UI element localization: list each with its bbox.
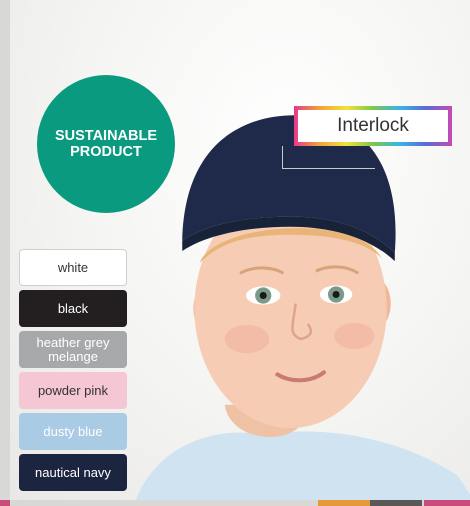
swatch-powder-pink[interactable]: powder pink xyxy=(19,372,127,409)
fabric-label-frame: Interlock xyxy=(294,106,452,146)
bottom-color-block xyxy=(0,500,10,506)
swatch-label: dusty blue xyxy=(43,423,103,439)
bottom-color-block xyxy=(370,500,422,506)
swatch-label: black xyxy=(57,300,89,316)
swatch-heather-grey-melange[interactable]: heather grey melange xyxy=(19,331,127,368)
label-pointer-line xyxy=(282,146,375,169)
swatch-dusty-blue[interactable]: dusty blue xyxy=(19,413,127,450)
swatch-white[interactable]: white xyxy=(19,249,127,286)
swatch-label: white xyxy=(57,259,89,275)
bottom-color-block xyxy=(424,500,470,506)
bottom-color-block xyxy=(318,500,370,506)
swatch-label: powder pink xyxy=(37,382,109,398)
fabric-label: Interlock xyxy=(298,110,448,142)
swatch-nautical-navy[interactable]: nautical navy xyxy=(19,454,127,491)
sustainable-product-badge: SUSTAINABLE PRODUCT xyxy=(37,75,175,213)
badge-line-2: PRODUCT xyxy=(70,144,142,160)
badge-line-1: SUSTAINABLE xyxy=(54,128,158,144)
swatch-label: heather grey melange xyxy=(36,334,110,364)
left-margin-strip xyxy=(0,0,10,500)
swatch-black[interactable]: black xyxy=(19,290,127,327)
swatch-label: nautical navy xyxy=(35,464,111,480)
